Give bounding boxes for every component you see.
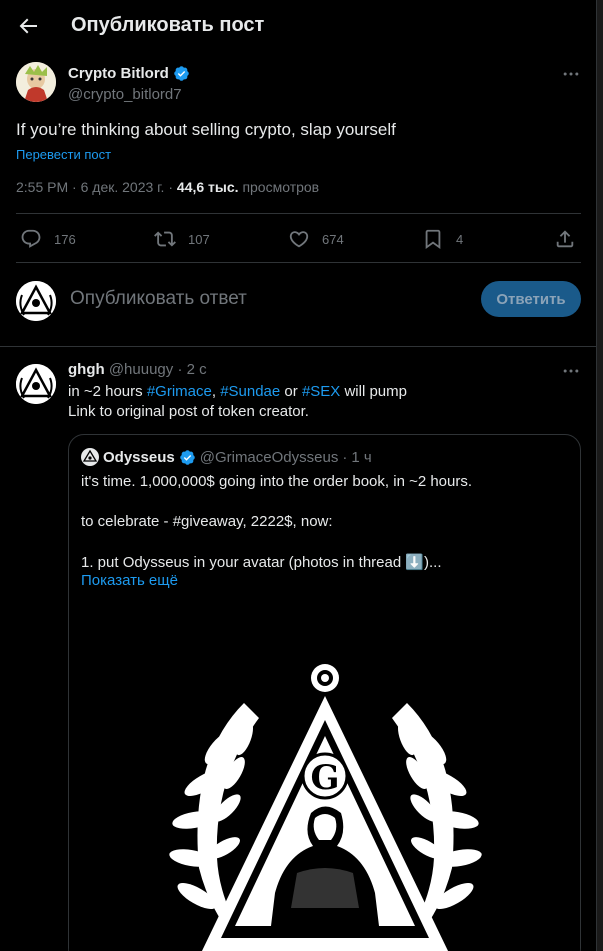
reply-composer: Опубликовать ответ Ответить (16, 279, 581, 323)
reply-text-part: in ~2 hours (68, 383, 147, 400)
reply-text-part: will pump (340, 383, 407, 400)
reply-button[interactable]: Ответить (481, 281, 581, 317)
author-handle[interactable]: @crypto_bitlord7 (68, 86, 182, 103)
more-options-icon[interactable] (561, 361, 581, 381)
show-more-link[interactable]: Показать ещё (81, 572, 178, 589)
quoted-author-avatar[interactable] (81, 448, 99, 466)
page-title: Опубликовать пост (71, 14, 265, 36)
translate-post-link[interactable]: Перевести пост (16, 147, 111, 162)
bookmark-icon (425, 229, 441, 250)
quoted-author-handle: @GrimaceOdysseus (199, 448, 339, 466)
divider (0, 346, 597, 347)
quoted-tweet-header: Odysseus @GrimaceOdysseus · 1 ч (81, 448, 372, 466)
share-icon (556, 230, 574, 248)
reply-text-part: , (211, 383, 221, 400)
author-name[interactable]: Crypto Bitlord (68, 65, 169, 82)
reply-tweet-header: ghgh @huuugy · 2 с (68, 361, 207, 378)
post-time[interactable]: 2:55 PM (16, 179, 68, 195)
reply-input[interactable]: Опубликовать ответ (70, 288, 247, 310)
like-count: 674 (322, 231, 344, 247)
page-header: Опубликовать пост (0, 0, 597, 53)
reply-count: 176 (54, 231, 76, 247)
quoted-text-line3: 1. put Odysseus in your avatar (photos i… (81, 554, 442, 571)
reply-tweet-time[interactable]: 2 с (187, 361, 207, 378)
quoted-text-line1: it's time. 1,000,000$ going into the ord… (81, 473, 473, 490)
my-avatar[interactable] (16, 281, 56, 321)
views-label: просмотров (242, 179, 320, 195)
repost-count: 107 (188, 231, 210, 247)
quoted-tweet-time: 1 ч (351, 448, 372, 466)
hashtag-sex[interactable]: #SEX (302, 383, 340, 400)
author-name-line: Crypto Bitlord (68, 65, 190, 82)
reply-author-name[interactable]: ghgh (68, 361, 105, 378)
odysseus-emblem-image: G (69, 608, 580, 951)
reply-text-part: or (280, 383, 302, 400)
scrollbar[interactable] (597, 0, 603, 951)
divider (16, 213, 581, 214)
divider (16, 262, 581, 263)
views-count: 44,6 тыс. (176, 179, 239, 195)
hashtag-sundae[interactable]: #Sundae (220, 383, 280, 400)
more-options-icon[interactable] (561, 64, 581, 84)
quoted-tweet[interactable]: Odysseus @GrimaceOdysseus · 1 ч it's tim… (68, 434, 581, 951)
bookmark-action[interactable]: 4 (422, 228, 463, 250)
share-action[interactable] (554, 228, 576, 250)
post-author: Crypto Bitlord @crypto_bitlord7 (16, 62, 581, 106)
quoted-tweet-image[interactable]: G (69, 608, 580, 951)
post-meta: 2:55 PM · 6 дек. 2023 г. · 44,6 тыс. про… (16, 179, 320, 195)
hashtag-grimace[interactable]: #Grimace (147, 383, 212, 400)
like-action[interactable]: 674 (288, 228, 344, 250)
reply-icon (21, 229, 41, 248)
reply-author-avatar[interactable] (16, 364, 56, 404)
repost-action[interactable]: 107 (154, 228, 210, 250)
reply-tweet-text-line2: Link to original post of token creator. (68, 403, 309, 420)
quoted-author-name[interactable]: Odysseus (103, 449, 175, 466)
heart-icon (289, 231, 309, 248)
author-avatar[interactable] (16, 62, 56, 102)
reply-action[interactable]: 176 (20, 228, 76, 250)
repost-icon (154, 231, 176, 247)
back-arrow-icon[interactable] (16, 14, 40, 38)
reply-author-handle[interactable]: @huuugy (109, 361, 173, 378)
post-actions: 176 107 674 4 (16, 224, 581, 256)
emblem-letter: G (310, 758, 339, 798)
quoted-text-line2: to celebrate - #giveaway, 2222$, now: (81, 513, 333, 530)
reply-tweet-text: in ~2 hours #Grimace, #Sundae or #SEX wi… (68, 383, 407, 400)
main-column: Опубликовать пост Crypto Bitlord @crypto… (0, 0, 597, 951)
verified-badge-icon (179, 449, 195, 465)
verified-badge-icon (174, 66, 189, 81)
bookmark-count: 4 (456, 231, 464, 247)
post-text: If you’re thinking about selling crypto,… (16, 120, 396, 139)
post-date[interactable]: 6 дек. 2023 г. (81, 179, 165, 195)
